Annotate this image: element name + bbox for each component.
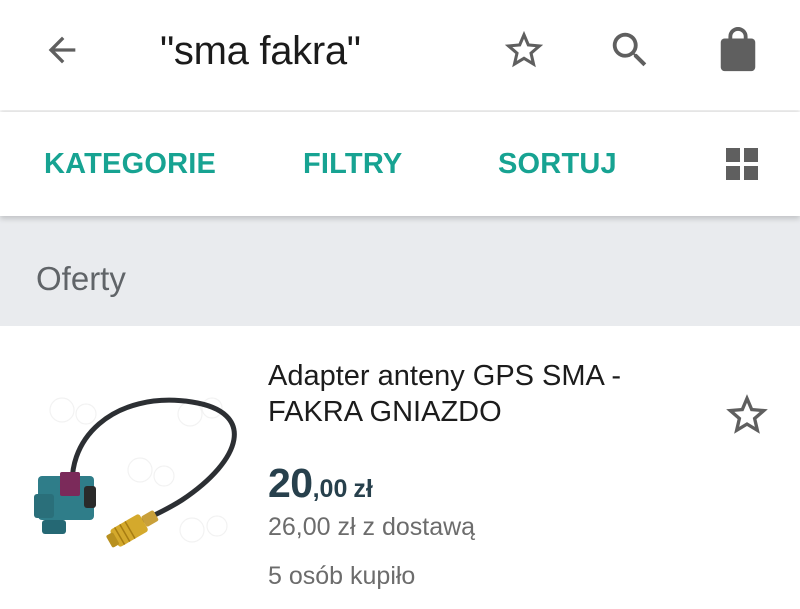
favorite-offer-button[interactable]: [716, 384, 778, 446]
sort-button[interactable]: SORTUJ: [498, 112, 617, 216]
app-bar: "sma fakra": [0, 0, 800, 110]
price-currency: zł: [353, 475, 373, 503]
search-button[interactable]: [600, 20, 660, 80]
search-icon: [612, 32, 647, 67]
price-integer: 20: [268, 460, 313, 506]
results-toolbar: KATEGORIE FILTRY SORTUJ: [0, 112, 800, 216]
buyers-count: 5 osób kupiło: [268, 562, 416, 590]
shopping-bag-icon: [720, 27, 756, 72]
arrow-back-icon: [48, 36, 76, 64]
section-title: Oferty: [36, 260, 126, 297]
save-search-button[interactable]: [494, 20, 554, 80]
back-button[interactable]: [32, 20, 92, 80]
antenna-adapter-cable-image: [34, 397, 237, 548]
offer-price: 20,00 zł: [268, 460, 373, 507]
price-decimal: ,00: [312, 475, 348, 503]
view-toggle-button[interactable]: [720, 142, 764, 186]
offer-card[interactable]: Adapter anteny GPS SMA - FAKRA GNIAZDO 2…: [0, 326, 800, 609]
star-outline-icon: [504, 30, 544, 68]
grid-view-icon: [726, 148, 758, 180]
offer-title[interactable]: Adapter anteny GPS SMA - FAKRA GNIAZDO: [268, 358, 688, 430]
filters-button[interactable]: FILTRY: [303, 112, 402, 216]
star-outline-icon: [726, 394, 768, 434]
price-with-delivery: 26,00 zł z dostawą: [268, 513, 476, 541]
offer-thumbnail: [22, 380, 248, 550]
cart-button[interactable]: [708, 20, 768, 80]
categories-button[interactable]: KATEGORIE: [44, 112, 216, 216]
search-query-title[interactable]: "sma fakra": [160, 26, 361, 76]
offers-section-header: Oferty: [0, 216, 800, 326]
